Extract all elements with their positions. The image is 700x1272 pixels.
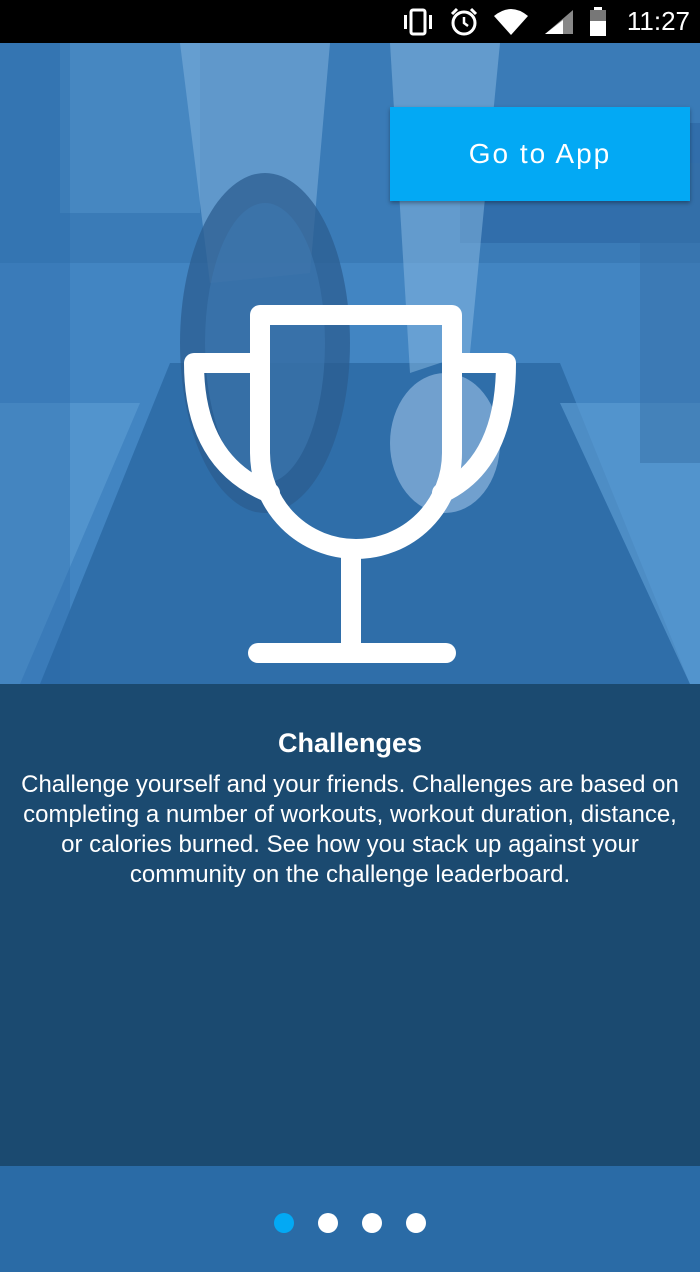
page-indicator bbox=[0, 1213, 700, 1233]
page-dot-1[interactable] bbox=[274, 1213, 294, 1233]
battery-icon bbox=[589, 6, 606, 36]
slide-text-panel: Challenges Challenge yourself and your f… bbox=[0, 684, 700, 1166]
alarm-icon bbox=[450, 7, 477, 35]
pager bbox=[0, 1166, 700, 1272]
vibrate-icon bbox=[403, 8, 432, 35]
status-icons: 11:27 bbox=[401, 0, 690, 43]
page-dot-3[interactable] bbox=[362, 1213, 382, 1233]
status-time: 11:27 bbox=[626, 6, 690, 36]
page-dot-2[interactable] bbox=[318, 1213, 338, 1233]
hero-background: Go to App bbox=[0, 43, 700, 684]
trophy-icon bbox=[184, 305, 516, 663]
signal-icon bbox=[544, 9, 573, 34]
go-to-app-button[interactable]: Go to App bbox=[390, 107, 690, 201]
page-dot-4[interactable] bbox=[406, 1213, 426, 1233]
wifi-icon bbox=[493, 8, 528, 35]
slide-title: Challenges bbox=[277, 728, 423, 758]
status-bar: 11:27 bbox=[0, 0, 700, 43]
slide-description: Challenge yourself and your friends. Cha… bbox=[21, 771, 679, 888]
